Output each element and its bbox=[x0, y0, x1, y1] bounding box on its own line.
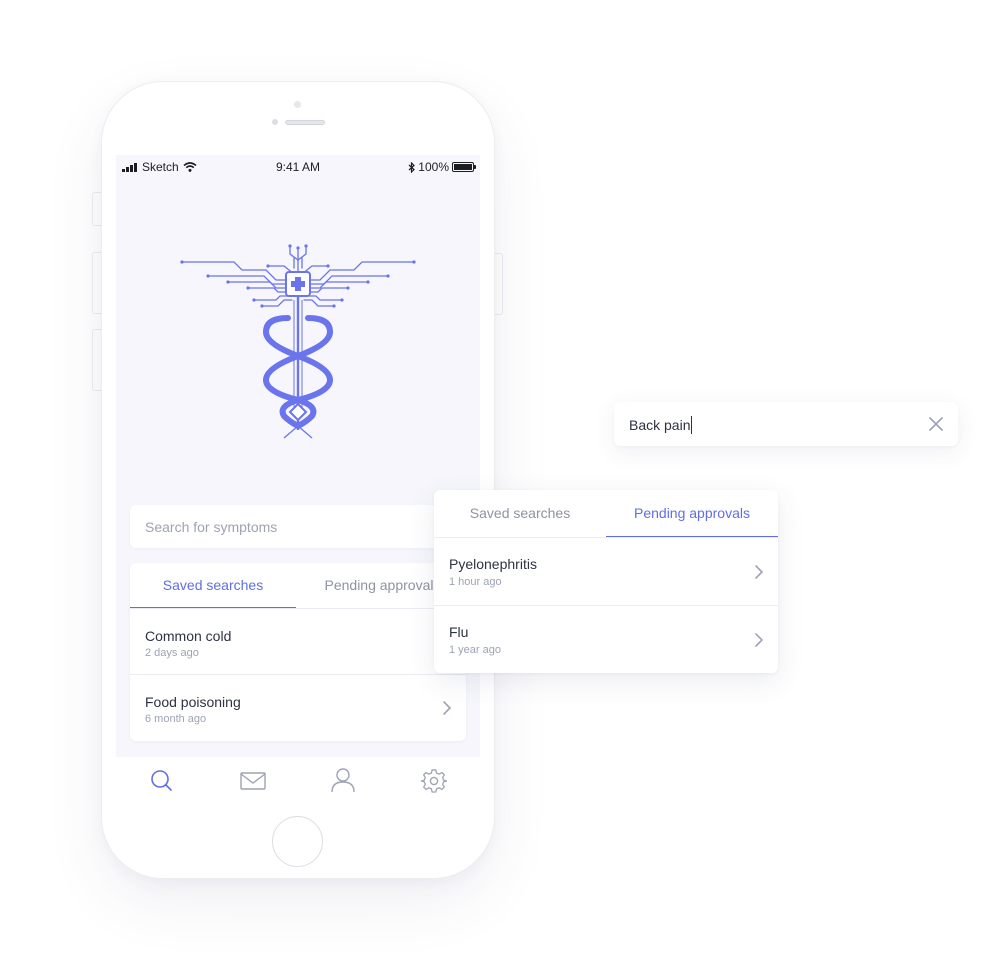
caduceus-circuit-icon bbox=[180, 244, 416, 439]
approvals-tabs: Saved searches Pending approvals bbox=[434, 490, 778, 538]
list-item-title: Common cold bbox=[145, 628, 232, 644]
list-item[interactable]: Pyelonephritis 1 hour ago bbox=[434, 538, 778, 606]
phone-screen: Sketch 9:41 AM 100% Search for symptoms … bbox=[116, 155, 480, 757]
mute-switch bbox=[92, 192, 101, 226]
list-item-title: Food poisoning bbox=[145, 694, 241, 710]
tab-saved-searches[interactable]: Saved searches bbox=[130, 563, 296, 608]
volume-up-button bbox=[92, 252, 101, 314]
list-item-timestamp: 1 hour ago bbox=[449, 576, 502, 588]
list-item-title: Pyelonephritis bbox=[449, 556, 537, 572]
search-text: Back pain bbox=[629, 417, 691, 433]
symptom-search-field[interactable]: Back pain bbox=[614, 402, 958, 446]
tab-saved-searches[interactable]: Saved searches bbox=[434, 490, 606, 537]
battery-icon bbox=[452, 162, 476, 172]
status-bar: Sketch 9:41 AM 100% bbox=[116, 155, 480, 179]
list-item[interactable]: Food poisoning 6 month ago bbox=[130, 675, 466, 741]
earpiece-speaker bbox=[285, 120, 325, 125]
list-item[interactable]: Flu 1 year ago bbox=[434, 606, 778, 674]
volume-down-button bbox=[92, 329, 101, 391]
list-item-timestamp: 2 days ago bbox=[145, 647, 199, 659]
chevron-right-icon bbox=[443, 701, 452, 715]
mail-icon[interactable] bbox=[240, 768, 266, 794]
list-item-title: Flu bbox=[449, 624, 469, 640]
home-button[interactable] bbox=[272, 816, 323, 867]
front-camera bbox=[294, 101, 301, 108]
searches-tabs: Saved searches Pending approval bbox=[130, 563, 466, 609]
settings-icon[interactable] bbox=[421, 768, 447, 794]
bluetooth-icon bbox=[408, 161, 416, 173]
searches-card: Saved searches Pending approval Common c… bbox=[130, 563, 466, 741]
list-item[interactable]: Common cold 2 days ago bbox=[130, 609, 466, 675]
chevron-right-icon bbox=[755, 565, 764, 579]
power-button bbox=[494, 253, 503, 315]
close-icon[interactable] bbox=[929, 417, 943, 431]
search-icon[interactable] bbox=[149, 768, 175, 794]
battery-percent: 100% bbox=[418, 160, 449, 174]
symptom-search-input[interactable]: Search for symptoms bbox=[130, 505, 466, 548]
list-item-timestamp: 6 month ago bbox=[145, 713, 207, 725]
text-caret bbox=[691, 416, 693, 434]
list-item-timestamp: 1 year ago bbox=[449, 644, 501, 656]
search-value: Back pain bbox=[629, 416, 693, 434]
pending-approvals-card: Saved searches Pending approvals Pyelone… bbox=[434, 490, 778, 673]
profile-icon[interactable] bbox=[330, 767, 356, 793]
proximity-sensor bbox=[272, 119, 278, 125]
search-placeholder: Search for symptoms bbox=[145, 519, 278, 535]
status-right: 100% bbox=[408, 160, 476, 174]
chevron-right-icon bbox=[755, 633, 764, 647]
tab-pending-approvals[interactable]: Pending approvals bbox=[606, 490, 778, 537]
canvas: Sketch 9:41 AM 100% Search for symptoms … bbox=[0, 0, 1004, 966]
